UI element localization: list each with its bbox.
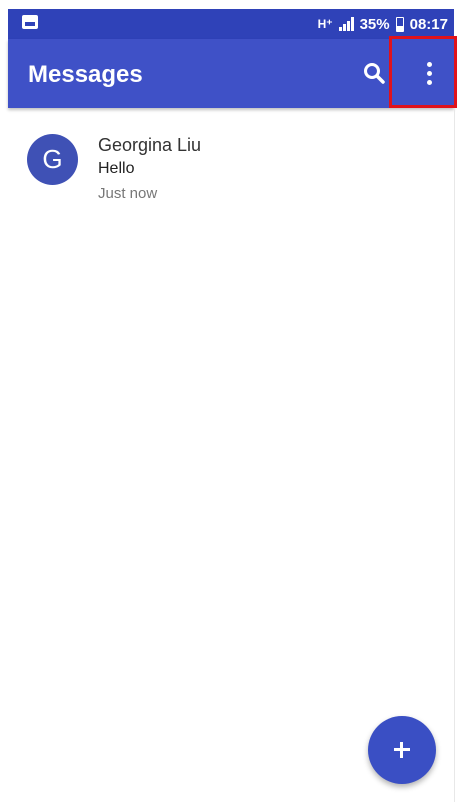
search-icon [364,63,385,84]
messages-screen: H⁺ 35% 08:17 Messages G Georgina Liu Hel… [0,0,461,802]
status-bar: H⁺ 35% 08:17 [8,9,454,39]
message-snippet: Hello [98,160,135,177]
new-message-button[interactable] [368,716,436,784]
avatar: G [27,134,78,185]
page-title: Messages [28,61,143,88]
signal-icon [338,17,354,31]
contact-name: Georgina Liu [98,135,202,155]
app-bar: Messages [8,39,454,108]
search-button[interactable] [360,59,390,89]
message-time: Just now [98,185,158,202]
conversation-list-item[interactable]: G Georgina Liu Hello Just now [8,118,454,218]
battery-percent: 35% [359,15,390,33]
status-indicators: H⁺ 35% 08:17 [318,14,448,34]
network-type: H⁺ [317,17,333,31]
divider [454,108,455,802]
status-time: 08:17 [409,15,448,33]
battery-icon [395,16,404,32]
image-notification-icon [22,15,38,29]
more-options-button[interactable] [414,57,444,91]
